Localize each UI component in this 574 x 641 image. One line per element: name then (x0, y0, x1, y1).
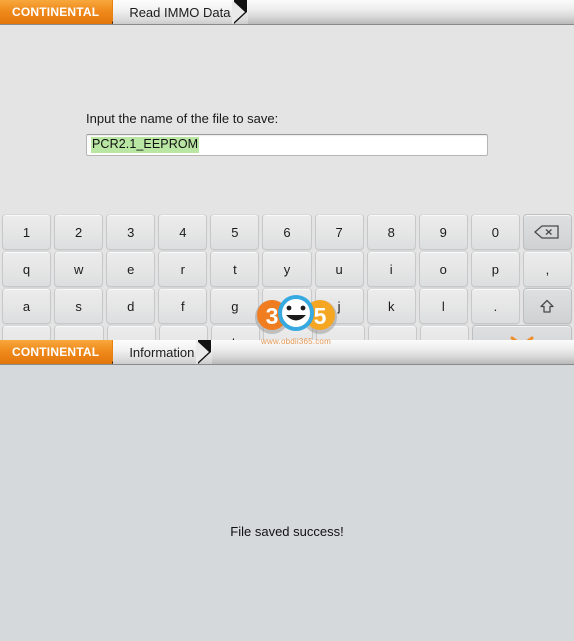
keyboard-row-2: q w e r t y u i o p , (0, 251, 574, 287)
information-panel: File saved success! (0, 365, 574, 641)
tab-read-immo-data[interactable]: Read IMMO Data (113, 0, 249, 24)
key-6[interactable]: 6 (262, 214, 312, 250)
key-s[interactable]: s (54, 288, 104, 324)
key-k[interactable]: k (366, 288, 416, 324)
key-label: j (337, 298, 341, 314)
file-save-panel: Input the name of the file to save: PCR2… (0, 25, 574, 362)
tab-read-immo-data-label: Read IMMO Data (129, 4, 231, 20)
key-u[interactable]: u (314, 251, 364, 287)
key-i[interactable]: i (366, 251, 416, 287)
tab-continental-bottom[interactable]: CONTINENTAL (0, 340, 126, 364)
key-4[interactable]: 4 (158, 214, 208, 250)
key-label: g (231, 298, 239, 314)
key-o[interactable]: o (418, 251, 468, 287)
key-a[interactable]: a (2, 288, 52, 324)
key-e[interactable]: e (106, 251, 156, 287)
key-label: d (127, 298, 135, 314)
tab-continental-top-label: CONTINENTAL (12, 5, 100, 19)
key-label: o (439, 261, 447, 277)
key-0[interactable]: 0 (470, 214, 520, 250)
key-l[interactable]: l (418, 288, 468, 324)
key-label: p (491, 261, 499, 277)
key-d[interactable]: d (106, 288, 156, 324)
tab-information-label: Information (129, 344, 195, 360)
key-label: 3 (127, 224, 135, 240)
key-label: 1 (22, 224, 31, 240)
key-2[interactable]: 2 (54, 214, 104, 250)
key-1[interactable]: 1 (2, 214, 52, 250)
key-w[interactable]: w (54, 251, 104, 287)
key-label: y (283, 261, 291, 277)
key-label: a (22, 298, 31, 314)
key-r[interactable]: r (158, 251, 208, 287)
tab-chevron-icon (196, 340, 212, 364)
filename-input[interactable]: PCR2.1_EEPROM (86, 134, 488, 156)
key-label: . (493, 298, 498, 314)
key-label: 8 (387, 224, 395, 240)
backspace-icon (534, 225, 560, 239)
key-label: s (75, 298, 82, 314)
key-5[interactable]: 5 (210, 214, 260, 250)
key-label: r (180, 261, 185, 277)
filename-input-value: PCR2.1_EEPROM (91, 136, 200, 154)
keyboard-row-1: 1 2 3 4 5 6 7 8 9 0 (0, 214, 574, 250)
key-label: 4 (179, 224, 187, 240)
key-label: q (22, 261, 31, 277)
key-label: 0 (491, 224, 499, 240)
key-label: h (283, 298, 291, 314)
key-label: f (181, 298, 185, 314)
key-g[interactable]: g (210, 288, 260, 324)
status-message: File saved success! (230, 524, 344, 539)
key-y[interactable]: y (262, 251, 312, 287)
top-tabbar: CONTINENTAL Read IMMO Data (0, 0, 574, 25)
key-7[interactable]: 7 (314, 214, 364, 250)
key-label: 9 (439, 224, 447, 240)
key-label: 6 (283, 224, 291, 240)
tab-chevron-icon (232, 0, 248, 24)
shift-key[interactable] (522, 288, 573, 324)
key-label: e (127, 261, 135, 277)
key-label: t (233, 261, 237, 277)
key-label: 7 (335, 224, 343, 240)
key-label: , (545, 261, 550, 277)
key-h[interactable]: h (262, 288, 312, 324)
key-j[interactable]: j (314, 288, 364, 324)
backspace-key[interactable] (522, 214, 573, 250)
key-period[interactable]: . (470, 288, 520, 324)
key-label: w (73, 261, 84, 277)
tab-information[interactable]: Information (113, 340, 213, 364)
bottom-tabbar: CONTINENTAL Information (0, 340, 574, 365)
key-f[interactable]: f (158, 288, 208, 324)
shift-icon (540, 299, 555, 313)
key-label: u (335, 261, 343, 277)
key-label: i (389, 261, 393, 277)
key-t[interactable]: t (210, 251, 260, 287)
key-q[interactable]: q (2, 251, 52, 287)
tab-continental-bottom-label: CONTINENTAL (12, 345, 100, 359)
filename-form: Input the name of the file to save: PCR2… (0, 25, 574, 156)
key-comma[interactable]: , (522, 251, 573, 287)
key-label: k (387, 298, 395, 314)
keyboard-row-3: a s d f g h j k l . (0, 288, 574, 324)
filename-label: Input the name of the file to save: (86, 111, 279, 126)
key-3[interactable]: 3 (106, 214, 156, 250)
key-p[interactable]: p (470, 251, 520, 287)
key-9[interactable]: 9 (418, 214, 468, 250)
key-8[interactable]: 8 (366, 214, 416, 250)
key-label: l (441, 298, 445, 314)
key-label: 2 (75, 224, 83, 240)
tab-continental-top[interactable]: CONTINENTAL (0, 0, 126, 24)
key-label: 5 (231, 224, 239, 240)
